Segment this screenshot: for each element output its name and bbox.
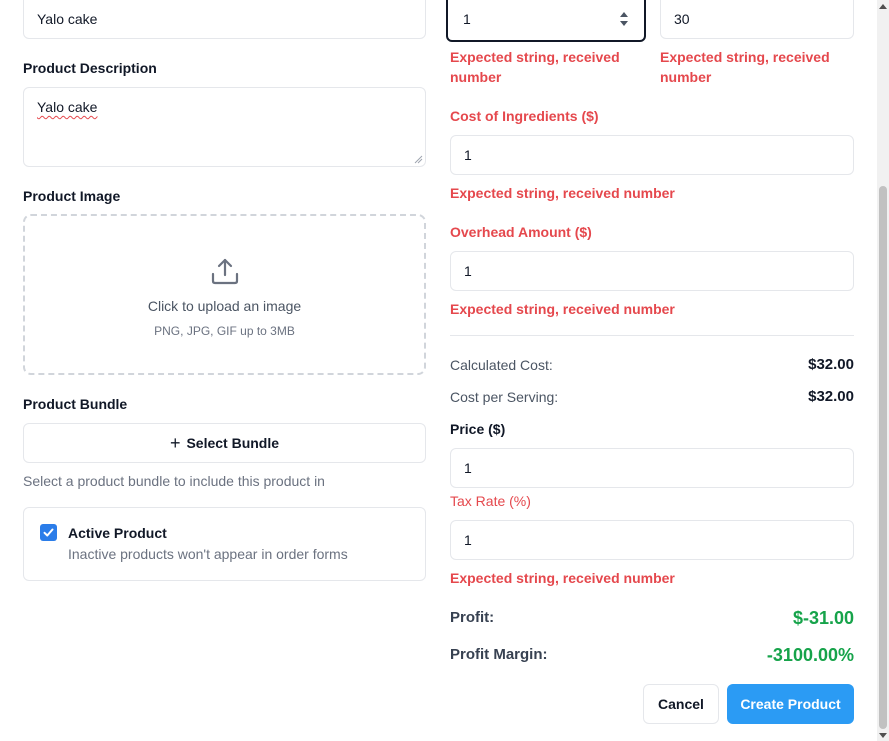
tax-rate-error: Expected string, received number: [450, 570, 675, 586]
profit-margin-value: -3100.00%: [766, 645, 854, 665]
upload-icon: [211, 258, 238, 284]
resize-handle-icon[interactable]: [414, 155, 423, 164]
overhead-amount-input[interactable]: 1: [450, 251, 854, 291]
plus-icon: +: [169, 433, 181, 453]
tax-rate-input[interactable]: 1: [450, 520, 854, 560]
second-number-error: Expected string, received number: [660, 49, 830, 85]
create-product-button[interactable]: Create Product: [727, 684, 854, 724]
product-description-textarea[interactable]: Yalo cake: [23, 87, 426, 167]
cost-of-ingredients-input[interactable]: 1: [450, 135, 854, 175]
cost-divider: [450, 335, 854, 336]
servings-error: Expected string, received number: [450, 49, 620, 85]
price-label: Price ($): [450, 421, 506, 437]
select-bundle-label: Select Bundle: [186, 435, 280, 451]
second-number-input[interactable]: 30: [660, 0, 854, 39]
scroll-up-arrow-icon[interactable]: [879, 4, 887, 9]
price-input[interactable]: 1: [450, 448, 854, 488]
calculated-cost-value: $32.00: [808, 356, 854, 373]
cost-of-ingredients-label: Cost of Ingredients ($): [450, 108, 599, 124]
active-product-title: Active Product: [68, 525, 167, 541]
cancel-button[interactable]: Cancel: [643, 684, 719, 724]
overhead-amount-value: 1: [464, 263, 472, 279]
image-upload-dropzone[interactable]: Click to upload an image PNG, JPG, GIF u…: [23, 214, 426, 375]
product-name-value: Yalo cake: [37, 10, 98, 27]
upload-title: Click to upload an image: [147, 297, 302, 314]
number-spinner-icon[interactable]: [618, 10, 630, 28]
select-bundle-button[interactable]: + Select Bundle: [23, 423, 426, 463]
price-value: 1: [464, 460, 472, 476]
tax-rate-value: 1: [464, 532, 472, 548]
cost-of-ingredients-value: 1: [464, 147, 472, 163]
active-product-card: Active Product Inactive products won't a…: [23, 507, 426, 581]
scroll-down-arrow-icon[interactable]: [879, 733, 887, 738]
product-name-input[interactable]: Yalo cake: [23, 0, 426, 39]
active-product-checkbox[interactable]: [40, 524, 57, 541]
cost-of-ingredients-error: Expected string, received number: [450, 185, 675, 201]
servings-input[interactable]: 1: [446, 0, 646, 42]
product-bundle-label: Product Bundle: [23, 396, 128, 412]
cost-per-serving-label: Cost per Serving:: [450, 389, 559, 405]
check-icon: [43, 528, 54, 537]
product-image-label: Product Image: [23, 188, 121, 204]
profit-value: $-31.00: [792, 608, 854, 628]
tax-rate-label: Tax Rate (%): [450, 493, 531, 509]
scrollbar-track[interactable]: [877, 0, 889, 741]
upload-hint: PNG, JPG, GIF up to 3MB: [154, 323, 295, 338]
servings-value: 1: [463, 11, 471, 27]
scrollbar-thumb[interactable]: [879, 186, 887, 729]
overhead-amount-label: Overhead Amount ($): [450, 224, 592, 240]
calculated-cost-label: Calculated Cost:: [450, 357, 553, 373]
cost-per-serving-value: $32.00: [808, 388, 854, 405]
profit-margin-label: Profit Margin:: [450, 646, 548, 663]
active-product-desc: Inactive products won't appear in order …: [68, 546, 348, 562]
second-number-value: 30: [674, 10, 690, 27]
overhead-amount-error: Expected string, received number: [450, 301, 675, 317]
product-description-value: Yalo cake: [37, 99, 98, 115]
bundle-help-text: Select a product bundle to include this …: [23, 473, 325, 489]
profit-label: Profit:: [450, 609, 495, 626]
product-description-label: Product Description: [23, 60, 157, 76]
